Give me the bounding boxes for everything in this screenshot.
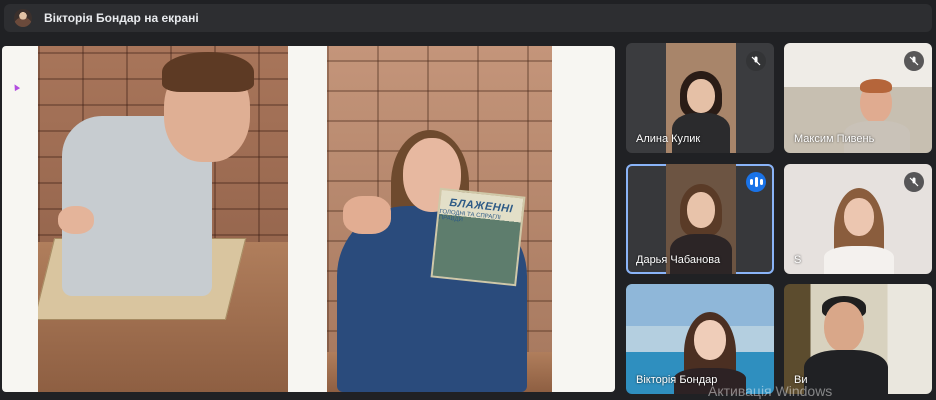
participant-hair <box>860 79 892 93</box>
shared-photo-woman-book: БЛАЖЕННІ ГОЛОДНІ ТА СПРАГЛІ ПРАВДИ <box>327 46 552 392</box>
participant-tile[interactable]: Ви <box>784 284 932 394</box>
presenter-avatar <box>14 9 32 27</box>
participant-tile-speaking[interactable]: Дарья Чабанова <box>626 164 774 274</box>
participant-face <box>687 79 715 113</box>
participant-face <box>694 320 726 360</box>
man-hand <box>58 206 94 234</box>
participant-face <box>844 198 874 236</box>
man-hair <box>162 52 254 92</box>
participant-face <box>824 302 864 352</box>
participant-tile[interactable]: S <box>784 164 932 274</box>
shared-photo-man-reading <box>38 46 288 392</box>
participant-tile[interactable]: Алина Кулик <box>626 43 774 153</box>
participant-body <box>824 246 894 274</box>
windows-activation-watermark: Активація Windows <box>708 383 833 399</box>
cursor-icon <box>11 82 21 92</box>
speaking-indicator-icon <box>746 172 766 192</box>
muted-mic-icon <box>904 51 924 71</box>
participant-name: Максим Пивень <box>794 133 875 145</box>
participant-tile[interactable]: Вікторія Бондар <box>626 284 774 394</box>
muted-mic-icon <box>746 51 766 71</box>
thumbs-up-hand <box>343 196 391 234</box>
participant-name: Вікторія Бондар <box>636 374 718 386</box>
presenter-title: Вікторія Бондар на екрані <box>44 11 199 25</box>
held-book-cover: БЛАЖЕННІ ГОЛОДНІ ТА СПРАГЛІ ПРАВДИ <box>430 187 526 287</box>
participant-face <box>687 192 715 228</box>
shared-screen: БЛАЖЕННІ ГОЛОДНІ ТА СПРАГЛІ ПРАВДИ <box>2 46 615 392</box>
participant-tile[interactable]: Максим Пивень <box>784 43 932 153</box>
participant-name: Дарья Чабанова <box>636 254 721 266</box>
presentation-banner: Вікторія Бондар на екрані <box>4 4 932 32</box>
muted-mic-icon <box>904 172 924 192</box>
participant-name: Алина Кулик <box>636 133 701 145</box>
participant-name: S <box>794 254 802 266</box>
